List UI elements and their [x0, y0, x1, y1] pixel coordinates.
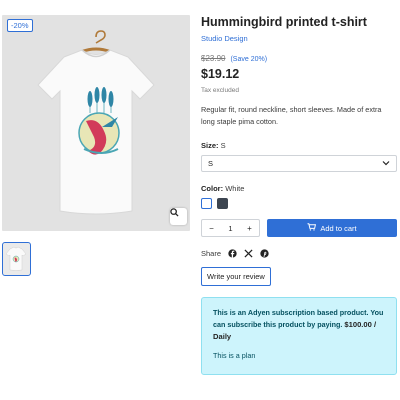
quantity-input[interactable]: 1 — [221, 224, 240, 233]
product-main-image[interactable]: -20% — [2, 15, 190, 231]
share-label: Share — [201, 248, 222, 258]
pinterest-icon[interactable] — [259, 248, 269, 258]
size-select[interactable]: S — [201, 155, 397, 172]
discount-label: (Save 20%) — [230, 56, 268, 63]
discount-badge: -20% — [7, 19, 33, 32]
add-to-cart-row: − 1 + Add to cart — [201, 219, 397, 237]
product-info: Hummingbird printed t-shirt Studio Desig… — [201, 14, 397, 375]
subscription-text: This is an Adyen subscription based prod… — [213, 307, 385, 343]
product-description: Regular fit, round neckline, short sleev… — [201, 105, 382, 126]
brand-link[interactable]: Studio Design — [201, 34, 397, 43]
product-thumbnail[interactable] — [2, 242, 31, 276]
color-label: Color: White — [201, 184, 397, 193]
size-label: Size: S — [201, 141, 397, 150]
color-swatch-white[interactable] — [201, 198, 212, 209]
color-swatches — [201, 198, 397, 209]
quantity-stepper: − 1 + — [201, 219, 260, 237]
regular-price: $23.90 — [201, 54, 226, 63]
color-label-value: White — [225, 184, 245, 193]
size-select-value: S — [208, 159, 214, 168]
tax-label: Tax excluded — [201, 87, 239, 94]
product-title: Hummingbird printed t-shirt — [201, 15, 367, 29]
current-price: $19.12 — [201, 67, 240, 81]
share-row: Share — [201, 248, 397, 258]
size-label-title: Size: — [201, 141, 219, 150]
chevron-down-icon — [382, 159, 390, 168]
add-to-cart-button[interactable]: Add to cart — [267, 219, 397, 237]
tshirt-image — [37, 30, 155, 215]
price-row: $23.90 (Save 20%) — [201, 54, 397, 63]
subscription-plan: This is a plan — [213, 351, 256, 360]
color-swatch-dark[interactable] — [217, 198, 228, 209]
facebook-icon[interactable] — [227, 248, 237, 258]
add-to-cart-label: Add to cart — [320, 223, 357, 233]
quantity-decrease-button[interactable]: − — [202, 224, 221, 233]
size-label-value: S — [220, 141, 226, 150]
zoom-button[interactable] — [170, 208, 187, 225]
subscription-notice: This is an Adyen subscription based prod… — [201, 297, 397, 375]
write-review-button[interactable]: Write your review — [201, 267, 271, 286]
color-label-title: Color: — [201, 184, 224, 193]
cart-icon — [307, 223, 317, 233]
quantity-increase-button[interactable]: + — [240, 224, 259, 233]
tshirt-thumbnail-image — [5, 246, 27, 271]
x-icon[interactable] — [243, 248, 253, 258]
